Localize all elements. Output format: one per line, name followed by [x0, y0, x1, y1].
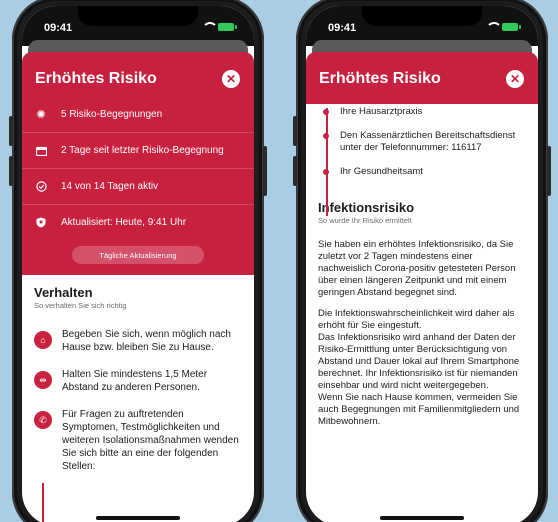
paragraph: Wenn Sie nach Hause kommen, vermeiden Si… [318, 392, 520, 427]
notch [78, 6, 198, 26]
status-time: 09:41 [44, 22, 73, 34]
virus-icon: ✺ [36, 108, 46, 121]
risk-header-collapsed: Erhöhtes Risiko ✕ [306, 52, 538, 104]
rule-connector-line [42, 483, 44, 522]
daily-update-button[interactable]: Tägliche Aktualisierung [72, 246, 204, 264]
section-title: Infektionsrisiko [318, 200, 415, 215]
phone-icon: ✆ [34, 411, 52, 429]
section-subtitle: So wurde Ihr Risiko ermittelt [318, 216, 412, 225]
list-item: Den Kassenärztlichen Bereitschaftsdienst… [323, 130, 528, 154]
calendar-icon [34, 144, 48, 158]
phone-right: 09:41 Erhöhtes Risiko ✕ Ihre Hausarztpra… [293, 0, 551, 522]
home-icon: ⌂ [34, 331, 52, 349]
section-title: Verhalten [34, 285, 93, 300]
check-circle-icon [34, 180, 48, 194]
paragraph: Die Infektionswahrscheinlichkeit wird da… [318, 308, 515, 331]
battery-icon [218, 22, 237, 31]
risk-details-list: ✺ 5 Risiko-Begegnungen 2 Tage seit letzt… [22, 96, 254, 240]
paragraph: Sie haben ein erhöhtes Infektionsrisiko,… [318, 239, 516, 298]
wifi-icon [486, 22, 502, 31]
distance-icon: ⇹ [34, 371, 52, 389]
behavior-section: Verhalten So verhalten Sie sich richtig … [22, 285, 254, 522]
volume-button [293, 156, 297, 186]
rule-text: Halten Sie mindestens 1,5 Meter Abstand … [62, 369, 208, 393]
paragraph: Das Infektionsrisiko wird anhand der Dat… [318, 332, 520, 391]
days-since-row: 2 Tage seit letzter Risiko-Begegnung [22, 132, 254, 168]
list-connector-line [326, 108, 328, 216]
home-indicator[interactable] [380, 516, 464, 520]
risk-encounters-text: 5 Risiko-Begegnungen [61, 108, 163, 120]
volume-button [9, 116, 13, 146]
list-item: Ihr Gesundheitsamt [323, 166, 528, 178]
screen: 09:41 Erhöhtes Risiko ✕ ✺ 5 Risiko-Begeg… [22, 6, 254, 522]
phone-left: 09:41 Erhöhtes Risiko ✕ ✺ 5 Risiko-Begeg… [9, 0, 267, 522]
shield-icon [34, 216, 48, 230]
status-time: 09:41 [328, 22, 357, 34]
power-button [547, 146, 551, 196]
risk-card: Erhöhtes Risiko ✕ ✺ 5 Risiko-Begegnungen… [22, 52, 254, 275]
close-button[interactable]: ✕ [222, 70, 240, 88]
active-days-text: 14 von 14 Tagen aktiv [61, 181, 159, 192]
power-button [263, 146, 267, 196]
rule-item: ✆ Für Fragen zu auftretenden Symptomen, … [22, 408, 254, 473]
updated-row: Aktualisiert: Heute, 9:41 Uhr [22, 204, 254, 240]
wifi-icon [202, 22, 218, 31]
contact-list: Ihre Hausarztpraxis Den Kassenärztlichen… [306, 106, 538, 216]
page-title: Erhöhtes Risiko [319, 70, 441, 87]
close-button[interactable]: ✕ [506, 70, 524, 88]
section-subtitle: So verhalten Sie sich richtig [34, 301, 127, 310]
scroll-content[interactable]: Ihre Hausarztpraxis Den Kassenärztlichen… [306, 106, 538, 428]
rule-item: ⇹ Halten Sie mindestens 1,5 Meter Abstan… [22, 368, 254, 394]
rule-item: ⌂ Begeben Sie sich, wenn möglich nach Ha… [22, 328, 254, 354]
risk-encounters-row: ✺ 5 Risiko-Begegnungen [22, 96, 254, 132]
active-days-row: 14 von 14 Tagen aktiv [22, 168, 254, 204]
volume-button [293, 116, 297, 146]
page-title: Erhöhtes Risiko [35, 70, 157, 87]
list-item: Ihre Hausarztpraxis [323, 106, 528, 118]
home-indicator[interactable] [96, 516, 180, 520]
volume-button [9, 156, 13, 186]
battery-icon [502, 22, 521, 31]
screen: 09:41 Erhöhtes Risiko ✕ Ihre Hausarztpra… [306, 6, 538, 522]
updated-text: Aktualisiert: Heute, 9:41 Uhr [61, 217, 187, 228]
rule-text: Begeben Sie sich, wenn möglich nach Haus… [62, 329, 231, 353]
rule-text: Für Fragen zu auftretenden Symptomen, Te… [62, 409, 239, 472]
days-since-text: 2 Tage seit letzter Risiko-Begegnung [61, 145, 224, 156]
notch [362, 6, 482, 26]
